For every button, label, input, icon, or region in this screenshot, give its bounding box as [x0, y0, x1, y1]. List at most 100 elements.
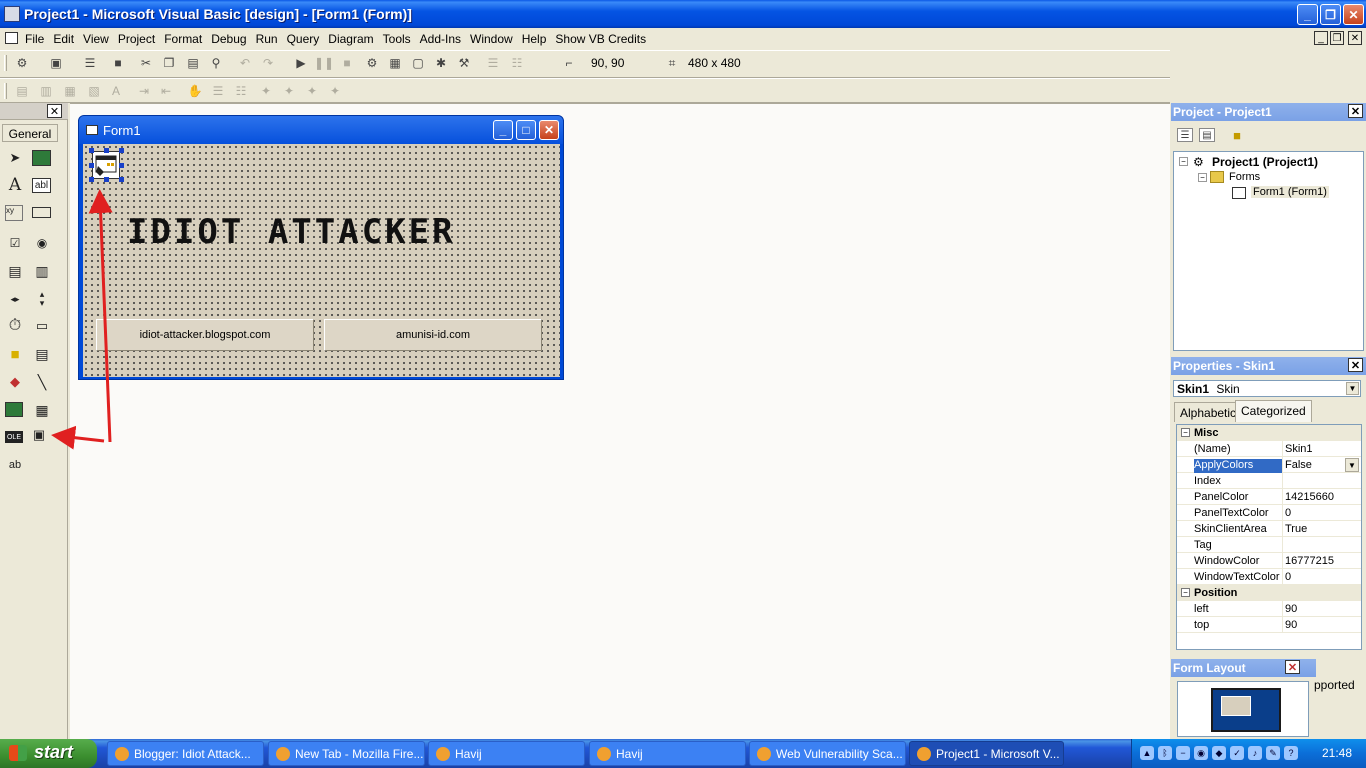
comment-block-icon[interactable]: ☰ — [210, 84, 226, 98]
property-name[interactable]: WindowTextColor — [1194, 571, 1282, 585]
optionbutton-tool-icon[interactable]: ◉ — [32, 233, 52, 253]
taskbar-button[interactable]: New Tab - Mozilla Fire... — [268, 741, 425, 766]
end-icon[interactable]: ■ — [339, 56, 355, 70]
add-project-icon[interactable]: ⚙ — [14, 56, 30, 70]
cut-icon[interactable]: ✂ — [138, 56, 154, 70]
filelistbox-tool-icon[interactable]: ▤ — [32, 344, 52, 364]
hscrollbar-tool-icon[interactable]: ◂▸ — [5, 289, 25, 309]
property-name[interactable]: left — [1194, 603, 1282, 617]
redo-icon[interactable]: ↷ — [260, 56, 276, 70]
form-layout-close-icon[interactable]: ✕ — [1285, 660, 1300, 674]
property-name[interactable]: PanelColor — [1194, 491, 1282, 505]
property-name[interactable]: top — [1194, 619, 1282, 633]
menu-show-vb-credits[interactable]: Show VB Credits — [555, 32, 646, 46]
lock-controls-icon[interactable]: ✋ — [187, 84, 203, 98]
chevron-down-icon[interactable]: ▼ — [1346, 382, 1359, 395]
next-bookmark-icon[interactable]: ✦ — [281, 84, 297, 98]
bluetooth-icon[interactable]: ᛒ — [1158, 746, 1172, 760]
vscrollbar-tool-icon[interactable]: ▴ ▾ — [32, 289, 52, 309]
menu-debug[interactable]: Debug — [211, 32, 246, 46]
menu-query[interactable]: Query — [287, 32, 320, 46]
timer-tool-icon[interactable]: ⏱ — [5, 316, 25, 336]
vb-app-icon[interactable] — [4, 6, 20, 22]
property-category[interactable]: − Misc — [1177, 425, 1361, 441]
minimize-button[interactable]: _ — [1297, 4, 1318, 25]
undo-icon[interactable]: ↶ — [237, 56, 253, 70]
shape-tool-icon[interactable]: ◆ — [5, 372, 25, 392]
property-row[interactable]: top 90 — [1177, 617, 1361, 633]
selection-handle[interactable] — [119, 163, 124, 168]
picturebox-tool-icon[interactable] — [32, 150, 51, 166]
selection-handle[interactable] — [89, 163, 94, 168]
taskbar-button[interactable]: Havij — [589, 741, 746, 766]
ab-tool-icon[interactable]: ab — [5, 455, 25, 475]
center-icon[interactable]: ▧ — [86, 84, 102, 98]
menu-diagram[interactable]: Diagram — [328, 32, 373, 46]
menu-tools[interactable]: Tools — [383, 32, 411, 46]
tree-collapse-icon[interactable]: − — [1198, 173, 1207, 182]
dirlistbox-tool-icon[interactable]: ■ — [5, 344, 25, 364]
chevron-down-icon[interactable]: ▼ — [1345, 458, 1359, 472]
property-row[interactable]: SkinClientArea True — [1177, 521, 1361, 537]
shield-icon[interactable]: ◆ — [1212, 746, 1226, 760]
menu-file[interactable]: File — [25, 32, 44, 46]
project-explorer-icon[interactable]: ⚙ — [364, 56, 380, 70]
property-row[interactable]: (Name) Skin1 — [1177, 441, 1361, 457]
menu-editor-icon[interactable]: ☰ — [82, 56, 98, 70]
tree-forms-node[interactable]: Forms — [1229, 171, 1260, 183]
menu-view[interactable]: View — [83, 32, 109, 46]
menu-edit[interactable]: Edit — [53, 32, 74, 46]
toolbox-icon[interactable]: ⚒ — [456, 56, 472, 70]
toolbar-grip-2[interactable] — [4, 83, 7, 99]
property-name[interactable]: PanelTextColor — [1194, 507, 1282, 521]
start-icon[interactable]: ▶ — [293, 56, 309, 70]
data-tool-icon[interactable]: ▦ — [32, 400, 52, 420]
safely-remove-icon[interactable]: − — [1176, 746, 1190, 760]
tab-alphabetic[interactable]: Alphabetic — [1174, 402, 1243, 422]
mdi-restore-button[interactable]: ❐ — [1330, 31, 1344, 45]
property-value[interactable]: Skin1 — [1282, 441, 1361, 457]
selection-handle[interactable] — [104, 148, 109, 153]
form-position-thumbnail[interactable] — [1221, 696, 1251, 716]
toolbox-close-icon[interactable]: ✕ — [47, 104, 62, 118]
blog-link-button[interactable]: idiot-attacker.blogspot.com — [96, 319, 314, 351]
property-row[interactable]: WindowTextColor 0 — [1177, 569, 1361, 585]
add-form-icon[interactable]: ▣ — [48, 56, 64, 70]
selection-handle[interactable] — [89, 177, 94, 182]
data-view-icon[interactable]: ☰ — [485, 56, 501, 70]
selection-handle[interactable] — [119, 177, 124, 182]
copy-icon[interactable]: ❐ — [161, 56, 177, 70]
maximize-button[interactable]: ❐ — [1320, 4, 1341, 25]
property-value[interactable]: 0 — [1282, 569, 1361, 585]
mdi-minimize-button[interactable]: _ — [1314, 31, 1328, 45]
drivelistbox-tool-icon[interactable]: ▭ — [32, 316, 52, 336]
selection-handle[interactable] — [89, 148, 94, 153]
close-button[interactable]: ✕ — [1343, 4, 1364, 25]
property-name[interactable]: ApplyColors — [1194, 459, 1282, 473]
property-row[interactable]: PanelColor 14215660 — [1177, 489, 1361, 505]
view-object-icon[interactable]: ▤ — [1199, 128, 1215, 142]
line-tool-icon[interactable]: ╲ — [32, 372, 52, 392]
send-to-back-icon[interactable]: ▥ — [38, 84, 54, 98]
property-name[interactable]: SkinClientArea — [1194, 523, 1282, 537]
network-icon[interactable]: ▲ — [1140, 746, 1154, 760]
paste-icon[interactable]: ▤ — [185, 56, 201, 70]
listbox-tool-icon[interactable]: ▥ — [32, 261, 52, 281]
security-check-icon[interactable]: ✓ — [1230, 746, 1244, 760]
find-icon[interactable]: ⚲ — [208, 56, 224, 70]
label-tool-icon[interactable]: A — [5, 175, 25, 195]
previous-bookmark-icon[interactable]: ✦ — [304, 84, 320, 98]
start-button[interactable]: start — [0, 739, 97, 768]
banner-label[interactable]: IDIOT ATTACKER — [127, 212, 456, 252]
ole-tool-icon[interactable]: OLE — [5, 431, 23, 443]
property-value[interactable] — [1282, 473, 1361, 489]
property-name[interactable]: WindowColor — [1194, 555, 1282, 569]
pointer-tool-icon[interactable]: ➤ — [5, 148, 25, 168]
property-row[interactable]: ApplyColors False ▼ — [1177, 457, 1361, 473]
property-name[interactable]: Tag — [1194, 539, 1282, 553]
properties-window-icon[interactable]: ▦ — [387, 56, 403, 70]
uncomment-block-icon[interactable]: ☷ — [233, 84, 249, 98]
frame-tool-icon[interactable]: xy — [5, 205, 23, 221]
combobox-tool-icon[interactable]: ▤ — [5, 261, 25, 281]
align-icon[interactable]: ▦ — [62, 84, 78, 98]
